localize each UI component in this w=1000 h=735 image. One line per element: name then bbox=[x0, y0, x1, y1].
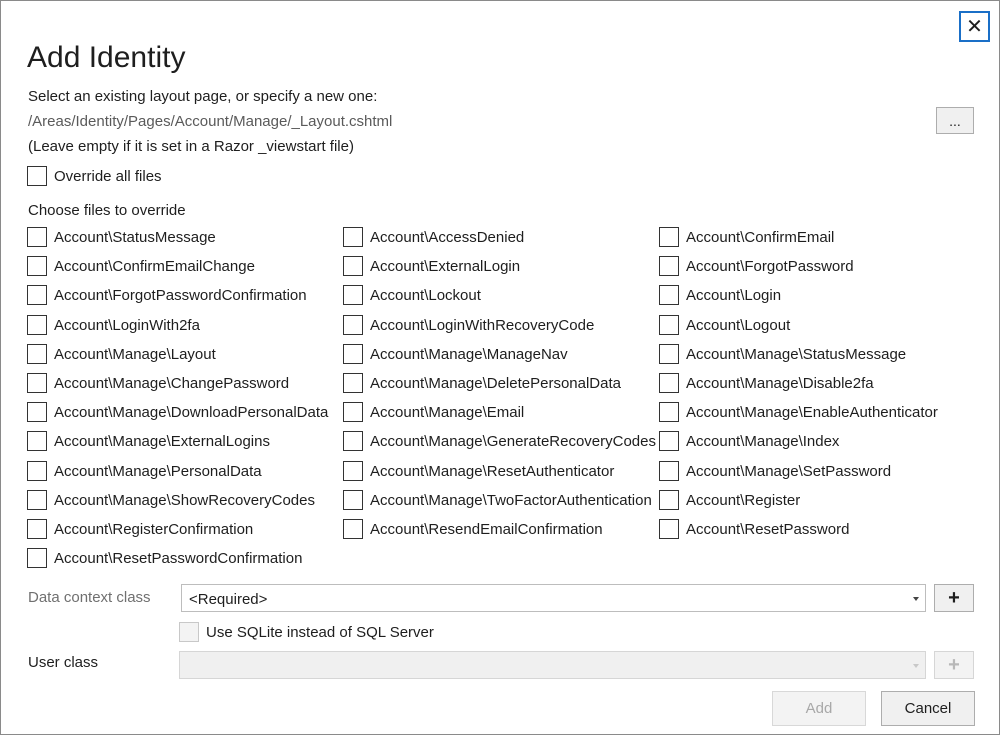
file-checkbox-box[interactable] bbox=[27, 519, 47, 539]
file-checkbox-label: Account\ExternalLogin bbox=[370, 258, 521, 275]
file-checkbox-label: Account\LoginWith2fa bbox=[54, 317, 200, 334]
file-checkbox-label: Account\Lockout bbox=[370, 287, 481, 304]
file-checkbox-box[interactable] bbox=[659, 461, 679, 481]
browse-layout-button[interactable]: ... bbox=[936, 107, 974, 134]
file-checkbox-box[interactable] bbox=[343, 402, 363, 422]
user-class-label: User class bbox=[28, 654, 99, 671]
file-checkbox-label: Account\LoginWithRecoveryCode bbox=[370, 317, 595, 334]
file-checkbox-box[interactable] bbox=[659, 373, 679, 393]
file-checkbox-label: Account\Manage\Layout bbox=[54, 346, 216, 363]
file-checkbox-box[interactable] bbox=[659, 227, 679, 247]
file-checkbox-label: Account\Register bbox=[686, 492, 801, 509]
plus-icon: + bbox=[948, 653, 960, 676]
file-checkbox-box[interactable] bbox=[343, 373, 363, 393]
file-checkbox-box[interactable] bbox=[27, 227, 47, 247]
file-checkbox-label: Account\Manage\EnableAuthenticator bbox=[686, 404, 938, 421]
chevron-down-icon bbox=[913, 664, 919, 668]
chevron-down-icon bbox=[913, 597, 919, 601]
cancel-button[interactable]: Cancel bbox=[881, 691, 975, 726]
file-checkbox-box[interactable] bbox=[343, 519, 363, 539]
data-context-value: <Required> bbox=[189, 591, 268, 608]
close-icon: ✕ bbox=[966, 15, 983, 38]
file-checkbox-box[interactable] bbox=[659, 519, 679, 539]
file-checkbox-box[interactable] bbox=[27, 256, 47, 276]
file-checkbox-label: Account\Manage\ManageNav bbox=[370, 346, 568, 363]
file-checkbox-label: Account\Manage\Email bbox=[370, 404, 525, 421]
layout-path-input[interactable]: /Areas/Identity/Pages/Account/Manage/_La… bbox=[28, 113, 392, 130]
file-checkbox-box[interactable] bbox=[27, 461, 47, 481]
file-checkbox-box[interactable] bbox=[27, 315, 47, 335]
file-checkbox-box[interactable] bbox=[659, 256, 679, 276]
plus-icon: + bbox=[948, 586, 960, 609]
file-checkbox-label: Account\StatusMessage bbox=[54, 229, 216, 246]
file-checkbox-label: Account\Manage\ResetAuthenticator bbox=[370, 463, 615, 480]
add-data-context-button[interactable]: + bbox=[934, 584, 974, 612]
file-checkbox-label: Account\Manage\ShowRecoveryCodes bbox=[54, 492, 315, 509]
file-checkbox-box[interactable] bbox=[343, 461, 363, 481]
layout-prompt: Select an existing layout page, or speci… bbox=[28, 88, 378, 105]
file-checkbox-label: Account\Manage\GenerateRecoveryCodes bbox=[370, 433, 656, 450]
file-checkbox-label: Account\Manage\SetPassword bbox=[686, 463, 892, 480]
file-checkbox-label: Account\Manage\StatusMessage bbox=[686, 346, 907, 363]
file-checkbox-label: Account\ResendEmailConfirmation bbox=[370, 521, 603, 538]
file-checkbox-label: Account\Manage\DownloadPersonalData bbox=[54, 404, 329, 421]
user-class-combobox[interactable] bbox=[179, 651, 926, 679]
use-sqlite-box[interactable] bbox=[179, 622, 199, 642]
file-checkbox-label: Account\ResetPasswordConfirmation bbox=[54, 550, 303, 567]
file-checkbox-box[interactable] bbox=[27, 431, 47, 451]
override-all-label: Override all files bbox=[54, 168, 162, 185]
file-checkbox-box[interactable] bbox=[27, 285, 47, 305]
file-checkbox-box[interactable] bbox=[27, 373, 47, 393]
file-checkbox-box[interactable] bbox=[343, 431, 363, 451]
file-checkbox-box[interactable] bbox=[659, 402, 679, 422]
add-button[interactable]: Add bbox=[772, 691, 866, 726]
file-checkbox-box[interactable] bbox=[343, 227, 363, 247]
data-context-label: Data context class bbox=[28, 589, 151, 606]
close-button[interactable]: ✕ bbox=[959, 11, 990, 42]
file-checkbox-label: Account\Manage\ChangePassword bbox=[54, 375, 290, 392]
file-checkbox-label: Account\Logout bbox=[686, 317, 791, 334]
file-checkbox-label: Account\ConfirmEmailChange bbox=[54, 258, 255, 275]
file-checkbox-box[interactable] bbox=[343, 256, 363, 276]
file-checkbox-label: Account\Manage\PersonalData bbox=[54, 463, 262, 480]
add-user-class-button[interactable]: + bbox=[934, 651, 974, 679]
use-sqlite-label: Use SQLite instead of SQL Server bbox=[206, 624, 434, 641]
file-checkbox-box[interactable] bbox=[659, 285, 679, 305]
file-checkbox-box[interactable] bbox=[27, 490, 47, 510]
file-checkbox-label: Account\Manage\DeletePersonalData bbox=[370, 375, 621, 392]
file-checkbox-label: Account\AccessDenied bbox=[370, 229, 525, 246]
override-all-box[interactable] bbox=[27, 166, 47, 186]
file-checkbox-label: Account\Manage\ExternalLogins bbox=[54, 433, 270, 450]
file-checkbox-box[interactable] bbox=[343, 490, 363, 510]
file-checkbox-label: Account\Login bbox=[686, 287, 782, 304]
data-context-combobox[interactable]: <Required> bbox=[181, 584, 926, 612]
file-checkbox-box[interactable] bbox=[27, 344, 47, 364]
file-checkbox-label: Account\ConfirmEmail bbox=[686, 229, 835, 246]
file-checkbox-label: Account\ResetPassword bbox=[686, 521, 850, 538]
file-checkbox-box[interactable] bbox=[659, 431, 679, 451]
file-checkbox-label: Account\Manage\Disable2fa bbox=[686, 375, 874, 392]
file-checkbox-label: Account\ForgotPassword bbox=[686, 258, 854, 275]
layout-hint: (Leave empty if it is set in a Razor _vi… bbox=[28, 138, 354, 155]
file-checkbox-box[interactable] bbox=[27, 548, 47, 568]
file-checkbox-label: Account\RegisterConfirmation bbox=[54, 521, 254, 538]
file-checkbox-box[interactable] bbox=[659, 490, 679, 510]
file-checkbox-box[interactable] bbox=[659, 344, 679, 364]
choose-files-heading: Choose files to override bbox=[28, 202, 186, 219]
add-identity-dialog: ✕ Add Identity Select an existing layout… bbox=[0, 0, 1000, 735]
file-checkbox-box[interactable] bbox=[659, 315, 679, 335]
file-checkbox-box[interactable] bbox=[343, 285, 363, 305]
dialog-title: Add Identity bbox=[27, 41, 186, 74]
file-checkbox-box[interactable] bbox=[343, 315, 363, 335]
file-checkbox-label: Account\Manage\TwoFactorAuthentication bbox=[370, 492, 652, 509]
file-checkbox-label: Account\ForgotPasswordConfirmation bbox=[54, 287, 307, 304]
file-checkbox-box[interactable] bbox=[343, 344, 363, 364]
file-checkbox-label: Account\Manage\Index bbox=[686, 433, 840, 450]
file-checkbox-box[interactable] bbox=[27, 402, 47, 422]
